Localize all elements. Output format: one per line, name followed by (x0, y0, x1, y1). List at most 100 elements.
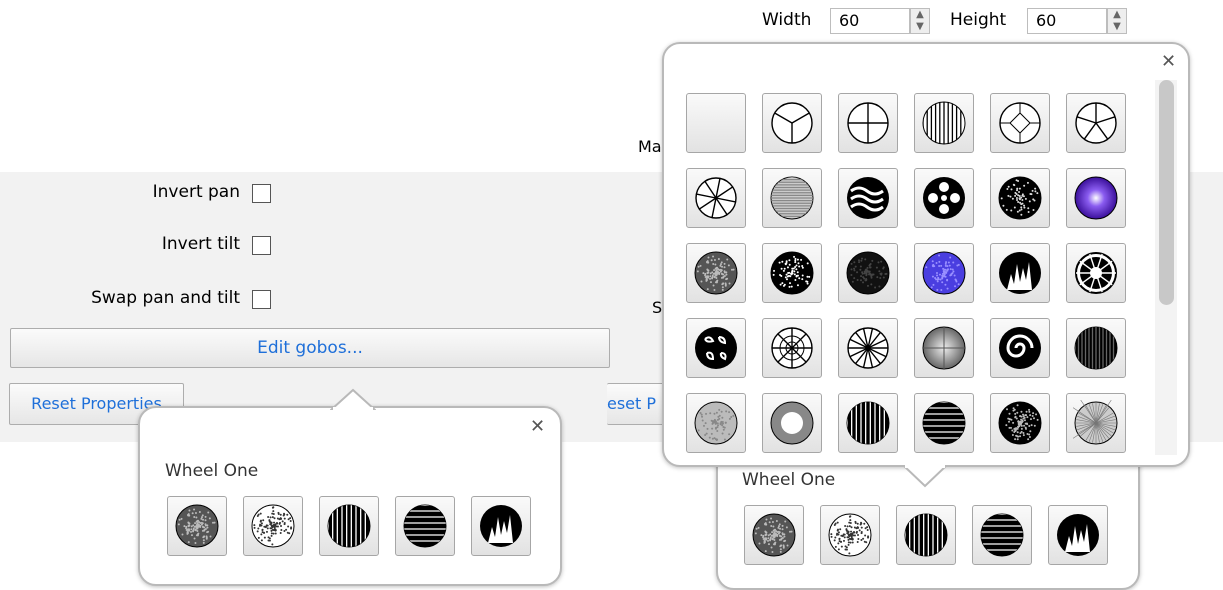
gobo-radial-gray-icon (922, 326, 966, 370)
chooser-pointer (902, 464, 948, 488)
gobo-speckle-button[interactable] (990, 393, 1050, 453)
width-input[interactable]: 60 (830, 8, 910, 34)
gobo-dark-noise-button[interactable] (838, 243, 898, 303)
invert-tilt-label: Invert tilt (161, 234, 240, 254)
close-icon[interactable]: ✕ (530, 418, 545, 436)
gobo-speckle-icon (998, 401, 1042, 445)
gobo-diamond-button[interactable] (990, 93, 1050, 153)
gobo-flames-icon (1057, 514, 1099, 556)
gobo-blue-noise-button[interactable] (914, 243, 974, 303)
gobo-three-spoke-icon (771, 102, 813, 144)
gobo-eight-spoke-icon (695, 177, 737, 219)
gobo-flower-button[interactable] (914, 168, 974, 228)
gobo-light-noise-icon (828, 513, 872, 557)
wheel-label-right: Wheel One (742, 470, 836, 490)
gobo-dark-noise-icon (846, 251, 890, 295)
gobo-horizontal-lines-icon (770, 176, 814, 220)
gobo-diamond-icon (999, 102, 1041, 144)
gobo-flame-streaks-button[interactable] (838, 393, 898, 453)
gobo-gear-button[interactable] (1066, 243, 1126, 303)
gobo-flame-streaks-icon (327, 504, 371, 548)
gobo-flame-streaks-icon (846, 401, 890, 445)
gobo-gray-noise-icon (752, 513, 796, 557)
gobo-ring-button[interactable] (762, 393, 822, 453)
wheel-one-row-right (744, 505, 1108, 565)
height-input[interactable]: 60 (1027, 8, 1107, 34)
gobo-cross-button[interactable] (838, 93, 898, 153)
gobo-grid (686, 93, 1126, 453)
width-spin-button[interactable]: ▲ ▼ (910, 8, 930, 34)
gobo-flame-streaks-button[interactable] (319, 496, 379, 556)
gobo-radial-gray-button[interactable] (914, 318, 974, 378)
gobo-eight-spoke-button[interactable] (686, 168, 746, 228)
gobo-swirl-icon (695, 327, 737, 369)
gobo-waves-icon (847, 177, 889, 219)
gobo-purple-radial-button[interactable] (1066, 168, 1126, 228)
gobo-web-icon (771, 327, 813, 369)
gobo-dots-button[interactable] (762, 243, 822, 303)
invert-pan-label: Invert pan (152, 182, 240, 202)
swap-pan-tilt-checkbox[interactable] (252, 290, 271, 309)
gobo-light-gray-icon (694, 401, 738, 445)
gobo-noise-dark-button[interactable] (990, 168, 1050, 228)
gobo-stripes-button[interactable] (395, 496, 455, 556)
gobo-web-button[interactable] (762, 318, 822, 378)
gobo-flames-button[interactable] (1048, 505, 1108, 565)
gobo-flames-icon (480, 505, 522, 547)
gobo-light-gray-button[interactable] (686, 393, 746, 453)
gobo-gray-noise-button[interactable] (167, 496, 227, 556)
gobo-five-spoke-icon (1075, 102, 1117, 144)
width-label: Width (762, 10, 812, 30)
swap-pan-tilt-label: Swap pan and tilt (91, 288, 240, 308)
gobo-flames-icon (999, 252, 1041, 294)
gobo-stripes-icon (980, 513, 1024, 557)
gobo-swirl-button[interactable] (686, 318, 746, 378)
gobo-gray-noise-icon (175, 504, 219, 548)
gobo-horizontal-lines-button[interactable] (762, 168, 822, 228)
gobo-radial-fine-button[interactable] (1066, 393, 1126, 453)
gobo-flames-button[interactable] (990, 243, 1050, 303)
gobo-flames-button[interactable] (471, 496, 531, 556)
gobo-purple-radial-icon (1074, 176, 1118, 220)
gobo-gray-noise-button[interactable] (686, 243, 746, 303)
gobo-light-noise-button[interactable] (243, 496, 303, 556)
popup-pointer (330, 388, 376, 410)
gobo-light-noise-icon (251, 504, 295, 548)
gobo-star-burst-icon (847, 327, 889, 369)
gobo-gray-noise-icon (694, 251, 738, 295)
scrollbar-thumb[interactable] (1159, 80, 1174, 305)
wheel-one-row (167, 496, 531, 556)
close-icon[interactable]: ✕ (1161, 53, 1176, 71)
gobo-blank-button[interactable] (686, 93, 746, 153)
gobo-dots-icon (770, 251, 814, 295)
gobo-flame-streaks-icon (904, 513, 948, 557)
gobo-five-spoke-button[interactable] (1066, 93, 1126, 153)
gobo-half-lines-icon (922, 101, 966, 145)
gobo-blue-noise-icon (922, 251, 966, 295)
gobo-flame-streaks-button[interactable] (896, 505, 956, 565)
gobo-cross-icon (847, 102, 889, 144)
gobo-vertical-streaks-button[interactable] (1066, 318, 1126, 378)
reset-properties-button-partial[interactable]: eset P (607, 383, 667, 425)
gobo-stripes-icon (922, 401, 966, 445)
gobo-star-burst-button[interactable] (838, 318, 898, 378)
gobo-stripes-button[interactable] (914, 393, 974, 453)
height-label: Height (950, 10, 1007, 30)
gobo-light-noise-button[interactable] (820, 505, 880, 565)
invert-tilt-checkbox[interactable] (252, 236, 271, 255)
gobo-radial-fine-icon (1073, 400, 1118, 445)
gobo-three-spoke-button[interactable] (762, 93, 822, 153)
partial-label-s: S (652, 298, 663, 317)
gobo-waves-button[interactable] (838, 168, 898, 228)
gobo-half-lines-button[interactable] (914, 93, 974, 153)
gobo-spiral-button[interactable] (990, 318, 1050, 378)
gobo-gear-icon (1075, 252, 1117, 294)
gobo-stripes-icon (403, 504, 447, 548)
edit-gobos-button[interactable]: Edit gobos... (10, 328, 610, 368)
invert-pan-checkbox[interactable] (252, 184, 271, 203)
gobo-stripes-button[interactable] (972, 505, 1032, 565)
gobo-gray-noise-button[interactable] (744, 505, 804, 565)
gobo-spiral-icon (999, 327, 1041, 369)
gobo-vertical-streaks-icon (1074, 326, 1118, 370)
height-spin-button[interactable]: ▲ ▼ (1107, 8, 1127, 34)
